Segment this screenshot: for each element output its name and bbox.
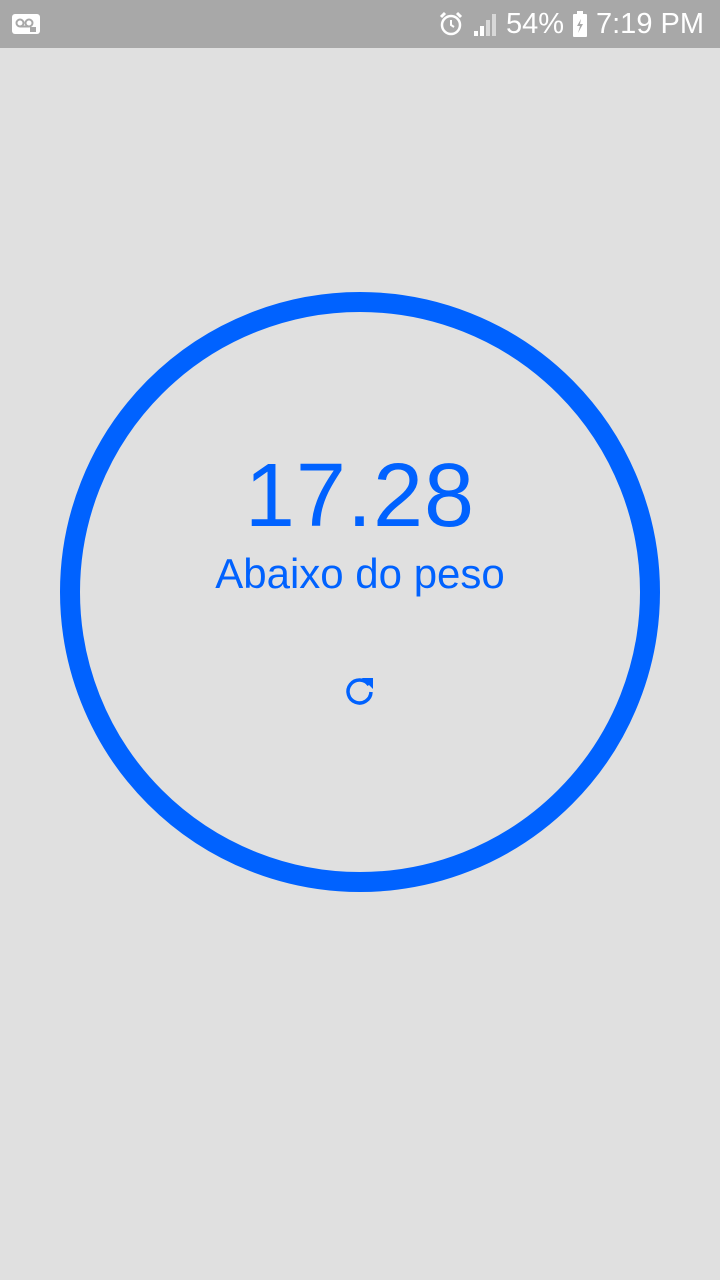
battery-percent: 54% bbox=[505, 7, 564, 40]
refresh-button[interactable] bbox=[340, 674, 380, 714]
status-time: 7:19 PM bbox=[596, 7, 704, 40]
bmi-classification: Abaixo do peso bbox=[215, 550, 505, 597]
refresh-icon bbox=[342, 674, 378, 715]
status-bar: 54% 7:19 PM bbox=[0, 0, 720, 48]
bmi-result-screen: 17.28 Abaixo do peso bbox=[0, 48, 720, 1280]
alarm-icon bbox=[438, 11, 464, 37]
bmi-value: 17.28 bbox=[244, 446, 476, 546]
battery-charging-icon bbox=[572, 10, 588, 38]
voicemail-notification-icon bbox=[12, 12, 40, 36]
signal-icon bbox=[472, 11, 498, 37]
